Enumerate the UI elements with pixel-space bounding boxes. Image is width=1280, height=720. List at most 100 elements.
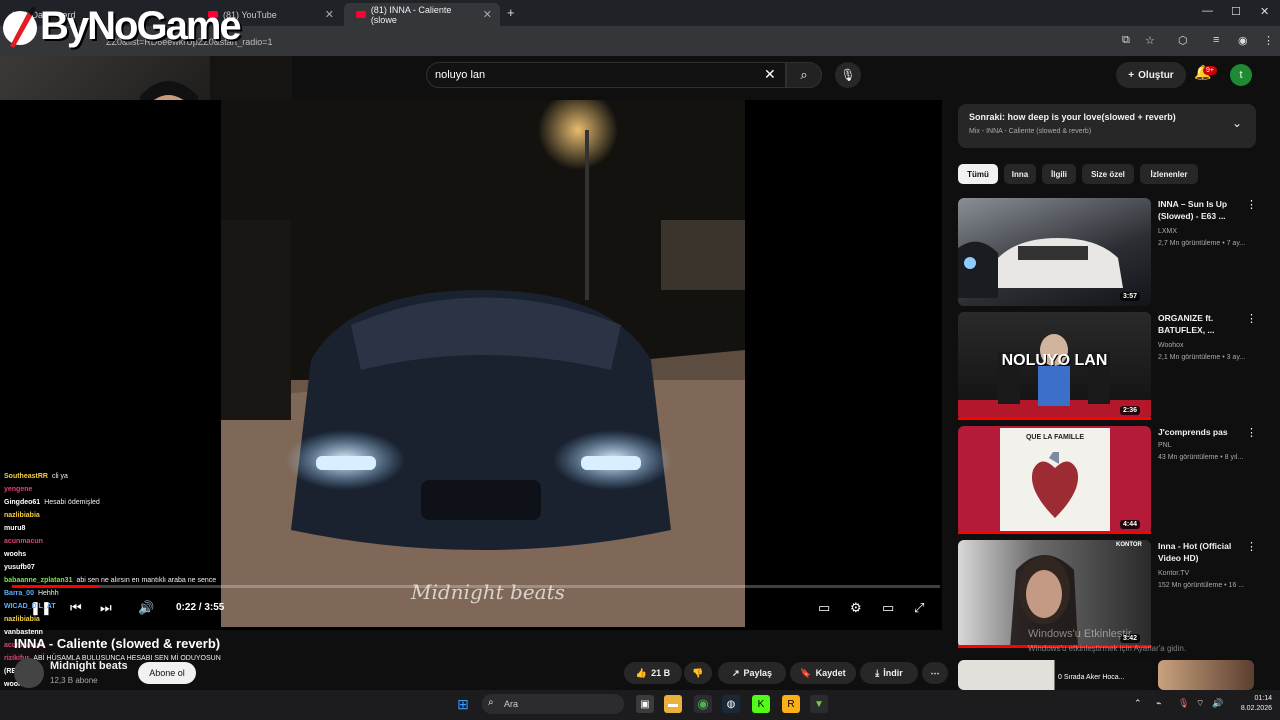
settings-icon[interactable]: ⚙: [850, 600, 862, 616]
rec-thumbnail[interactable]: [1158, 660, 1254, 690]
watched-bar: [958, 531, 1151, 534]
windows-start-icon[interactable]: ⊞: [454, 695, 472, 713]
rec-title[interactable]: Inna - Hot (Official Video HD): [1158, 540, 1244, 564]
file-explorer-icon[interactable]: ▬: [664, 695, 682, 713]
cast-icon[interactable]: ⧉: [1122, 34, 1130, 47]
logo-text: ByNoGame: [40, 4, 242, 48]
chip-inna[interactable]: Inna: [1004, 164, 1036, 184]
network-icon[interactable]: ⌁: [1156, 698, 1161, 709]
subscribe-button[interactable]: Abone ol: [138, 662, 196, 684]
chip-all[interactable]: Tümü: [958, 164, 998, 184]
chip-watched[interactable]: İzlenenler: [1140, 164, 1198, 184]
rec-thumbnail[interactable]: QUE LA FAMILLE: [958, 426, 1151, 534]
minimize-button[interactable]: —: [1202, 5, 1213, 17]
close-window-button[interactable]: ✕: [1260, 5, 1269, 18]
chat-message: yengene: [4, 483, 244, 496]
create-button[interactable]: + Oluştur: [1116, 62, 1186, 88]
rec-channel[interactable]: PNL: [1158, 442, 1172, 449]
kick-icon[interactable]: K: [752, 695, 770, 713]
chat-username: muru8: [4, 525, 26, 532]
tab-label: (81) INNA - Caliente (slowe: [370, 4, 452, 25]
plus-icon: +: [1128, 69, 1135, 81]
chat-message: muru8: [4, 522, 244, 535]
thumbs-down-icon: 👎: [692, 667, 704, 678]
chat-username: Gingdeo61: [4, 499, 41, 506]
more-actions-button[interactable]: ⋯: [922, 662, 948, 684]
clear-search-icon[interactable]: ✕: [764, 66, 776, 83]
steam-icon[interactable]: ◍: [722, 695, 740, 713]
avatar[interactable]: t: [1230, 64, 1252, 86]
search-icon: ⌕: [488, 697, 494, 708]
search-button[interactable]: ⌕: [786, 62, 822, 88]
close-icon[interactable]: ✕: [325, 8, 334, 21]
search-input[interactable]: noluyo lan: [426, 62, 786, 88]
extensions-icon[interactable]: ⬡: [1178, 34, 1188, 47]
video-scene-image: [221, 100, 745, 627]
album-text: QUE LA FAMILLE: [1025, 434, 1085, 441]
task-view-icon[interactable]: ▣: [636, 695, 654, 713]
chat-username: acunmacun: [4, 538, 43, 545]
maximize-button[interactable]: ☐: [1231, 5, 1241, 18]
app-v-icon[interactable]: ▼: [810, 695, 828, 713]
more-icon[interactable]: ⋮: [1246, 540, 1257, 553]
star-icon[interactable]: ☆: [1145, 34, 1155, 47]
rec-channel[interactable]: Kontor.TV: [1158, 570, 1189, 577]
chat-message: acunmacun: [4, 535, 244, 548]
new-tab-button[interactable]: +: [507, 5, 515, 20]
save-button[interactable]: 🔖 Kaydet: [790, 662, 856, 684]
chip-for-you[interactable]: Size özel: [1082, 164, 1134, 184]
tray-chevron-icon[interactable]: ⌃: [1134, 698, 1142, 709]
rec-meta: 2,7 Mn görüntüleme • 7 ay...: [1158, 240, 1246, 247]
channel-name[interactable]: Midnight beats: [50, 660, 128, 672]
chip-related[interactable]: İlgili: [1042, 164, 1076, 184]
menu-icon[interactable]: ⋮: [1263, 34, 1274, 47]
media-icon[interactable]: ≡: [1213, 34, 1219, 46]
rec-channel[interactable]: LXMX: [1158, 228, 1177, 235]
logo-pen-icon: [3, 6, 37, 48]
chrome-icon[interactable]: ◉: [694, 695, 712, 713]
more-icon[interactable]: ⋮: [1246, 198, 1257, 211]
video-watermark: Midnight beats: [411, 580, 565, 604]
channel-avatar[interactable]: [14, 658, 44, 688]
rec-thumbnail[interactable]: NOLUYO LAN: [958, 312, 1151, 420]
profile-icon[interactable]: ◉: [1238, 34, 1248, 47]
close-icon[interactable]: ✕: [483, 8, 492, 21]
rec-meta: 152 Mn görüntüleme • 16 ...: [1158, 582, 1245, 589]
rec-title[interactable]: INNA – Sun Is Up (Slowed) - E63 ...: [1158, 198, 1244, 222]
chevron-down-icon[interactable]: ⌄: [1232, 116, 1242, 130]
share-button[interactable]: ↗ Paylaş: [718, 662, 786, 684]
rec-thumbnail[interactable]: [958, 198, 1151, 306]
rec-title[interactable]: J'comprends pas: [1158, 426, 1244, 438]
thumbs-up-icon: 👍: [635, 667, 648, 678]
car-image: [958, 238, 1123, 298]
chat-username: SoutheastRR: [4, 473, 48, 480]
taskbar-search[interactable]: Ara: [482, 694, 624, 714]
rec-thumbnail[interactable]: 0 Sırada Aker Hoca...: [958, 660, 1151, 690]
clock-date: 8.02.2026: [1240, 705, 1272, 712]
thumb-text: KONTOR: [1116, 542, 1142, 548]
clock-time: 01:14: [1254, 695, 1272, 702]
video-frame[interactable]: Midnight beats: [221, 100, 745, 627]
rec-channel[interactable]: Woohox: [1158, 342, 1184, 349]
chat-username: yengene: [4, 486, 33, 493]
download-button[interactable]: ⤓ İndir: [860, 662, 918, 684]
create-label: Oluştur: [1138, 69, 1174, 81]
theater-icon[interactable]: ▭: [882, 600, 894, 616]
dislike-button[interactable]: 👎: [684, 662, 712, 684]
like-button[interactable]: 👍 21 B: [624, 662, 682, 684]
subtitles-icon[interactable]: ▭: [818, 600, 830, 616]
subscriber-count: 12,3 B abone: [50, 676, 98, 685]
app-r-icon[interactable]: R: [782, 695, 800, 713]
more-icon[interactable]: ⋮: [1246, 312, 1257, 325]
tab-inna[interactable]: (81) INNA - Caliente (slowe ✕: [344, 3, 500, 26]
taskbar-clock[interactable]: 01:14 8.02.2026: [1222, 694, 1272, 714]
up-next-card[interactable]: [958, 104, 1256, 148]
more-icon[interactable]: ⋮: [1246, 426, 1257, 439]
fullscreen-icon[interactable]: ⤢: [914, 600, 924, 616]
microphone-icon: 🎙: [840, 68, 856, 82]
chat-username: WICAD_DIL_AT: [4, 603, 56, 610]
mic-button[interactable]: 🎙: [835, 62, 861, 88]
rec-title[interactable]: ORGANIZE ft. BATUFLEX, ...: [1158, 312, 1244, 336]
mic-tray-icon[interactable]: 🎙: [1178, 698, 1189, 709]
wifi-icon[interactable]: ⌔: [1196, 698, 1204, 709]
